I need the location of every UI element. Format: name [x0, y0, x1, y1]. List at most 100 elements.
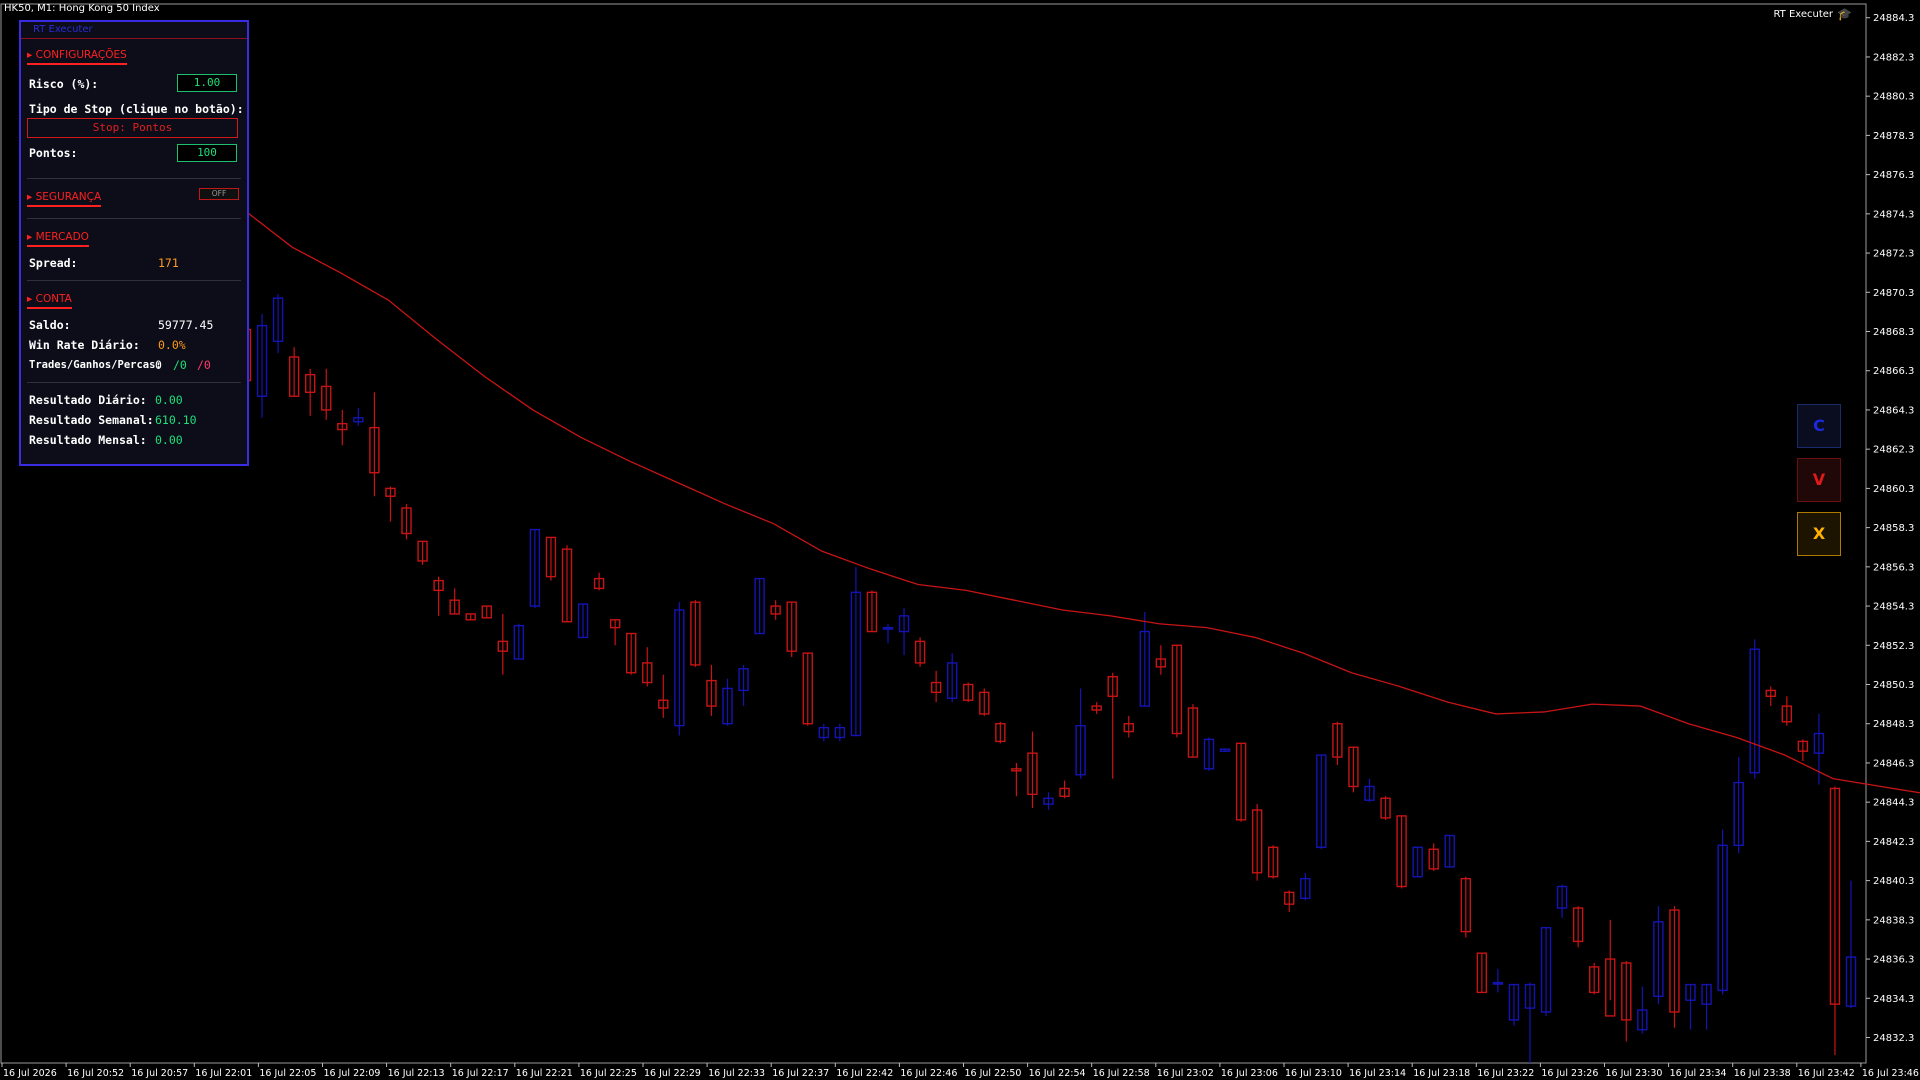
price-axis-label: 24846.3	[1873, 758, 1914, 769]
time-axis-label: 16 Jul 22:46	[900, 1068, 957, 1079]
monthly-result-value: 0.00	[155, 433, 183, 447]
time-axis-label: 16 Jul 23:34	[1670, 1068, 1727, 1079]
daily-result-label: Resultado Diário:	[29, 393, 147, 407]
section-security-header[interactable]: ▸ SEGURANÇA	[27, 191, 102, 207]
price-axis-label: 24882.3	[1873, 52, 1914, 63]
panel-header[interactable]: RT Executer	[21, 22, 247, 39]
price-axis-label: 24860.3	[1873, 484, 1914, 495]
section-market-header[interactable]: ▸ MERCADO	[27, 231, 89, 247]
price-axis-label: 24834.3	[1873, 994, 1914, 1005]
plot-frame	[0, 3, 1867, 1064]
time-axis-label: 16 Jul 22:50	[965, 1068, 1022, 1079]
winrate-value: 0.0%	[158, 338, 186, 352]
time-axis-label: 16 Jul 23:30	[1606, 1068, 1663, 1079]
price-axis-label: 24842.3	[1873, 837, 1914, 848]
price-axis-label: 24864.3	[1873, 405, 1914, 416]
price-axis-label: 24866.3	[1873, 366, 1914, 377]
time-axis-label: 16 Jul 22:37	[772, 1068, 829, 1079]
winrate-label: Win Rate Diário:	[29, 338, 140, 352]
trades-label: Trades/Ganhos/Percas:	[29, 359, 162, 371]
time-axis-label: 16 Jul 22:54	[1029, 1068, 1086, 1079]
daily-result-value: 0.00	[155, 393, 183, 407]
price-axis-label: 24862.3	[1873, 445, 1914, 456]
stop-type-button[interactable]: Stop: Pontos	[27, 118, 238, 138]
weekly-result-label: Resultado Semanal:	[29, 413, 154, 427]
price-axis-label: 24884.3	[1873, 13, 1914, 24]
time-axis-label: 16 Jul 22:13	[388, 1068, 445, 1079]
time-axis-label: 16 Jul 22:25	[580, 1068, 637, 1079]
price-axis-label: 24850.3	[1873, 680, 1914, 691]
time-axis-label: 16 Jul 23:02	[1157, 1068, 1214, 1079]
time-axis-label: 16 Jul 22:05	[259, 1068, 316, 1079]
risk-input[interactable]: 1.00	[177, 74, 237, 92]
time-axis-label: 16 Jul 20:57	[131, 1068, 188, 1079]
weekly-result-value: 610.10	[155, 413, 197, 427]
losses-value: /0	[197, 358, 211, 372]
divider	[27, 382, 241, 383]
price-axis-label: 24876.3	[1873, 170, 1914, 181]
chart-window[interactable]: 24884.3 24882.3 24880.3 24878.3 24876.3 24874…	[0, 0, 1920, 1080]
price-axis-label: 24874.3	[1873, 209, 1914, 220]
section-config-header[interactable]: ▸ CONFIGURAÇÕES	[27, 49, 127, 65]
time-axis-label: 16 Jul 23:38	[1734, 1068, 1791, 1079]
time-axis-label: 16 Jul 23:14	[1349, 1068, 1406, 1079]
trade-panel: RT Executer ▸ CONFIGURAÇÕES Risco (%): 1…	[19, 20, 249, 466]
time-axis-label: 16 Jul 22:01	[195, 1068, 252, 1079]
wins-value: /0	[173, 358, 187, 372]
monthly-result-label: Resultado Mensal:	[29, 433, 147, 447]
price-axis-label: 24870.3	[1873, 288, 1914, 299]
close-positions-button[interactable]: C	[1797, 404, 1841, 448]
points-label: Pontos:	[29, 146, 78, 160]
time-axis-label: 16 Jul 22:33	[708, 1068, 765, 1079]
balance-label: Saldo:	[29, 318, 71, 332]
price-chart[interactable]: 24884.3 24882.3 24880.3 24878.3 24876.3 24874…	[0, 0, 1920, 1080]
time-axis-label: 16 Jul 22:17	[452, 1068, 509, 1079]
price-axis-label: 24854.3	[1873, 602, 1914, 613]
cancel-orders-button[interactable]: X	[1797, 512, 1841, 556]
expert-advisor-name: RT Executer	[1773, 8, 1834, 20]
time-axis-label: 16 Jul 23:22	[1477, 1068, 1534, 1079]
price-axis-label: 24872.3	[1873, 249, 1914, 260]
price-axis-label: 24852.3	[1873, 641, 1914, 652]
time-axis-label: 16 Jul 2026	[3, 1068, 57, 1079]
divider	[27, 218, 241, 219]
graduation-cap-icon: 🎓	[1837, 7, 1852, 21]
price-axis-label: 24836.3	[1873, 955, 1914, 966]
time-axis-label: 16 Jul 20:52	[67, 1068, 124, 1079]
price-axis-label: 24868.3	[1873, 327, 1914, 338]
time-axis-label: 16 Jul 22:21	[516, 1068, 573, 1079]
divider	[27, 178, 241, 179]
section-account-header[interactable]: ▸ CONTA	[27, 293, 72, 309]
balance-value: 59777.45	[158, 318, 214, 332]
time-axis-label: 16 Jul 23:06	[1221, 1068, 1278, 1079]
price-axis-label: 24832.3	[1873, 1033, 1914, 1044]
spread-label: Spread:	[29, 256, 78, 270]
divider	[27, 280, 241, 281]
time-axis-label: 16 Jul 23:46	[1862, 1068, 1919, 1079]
trades-value: 0	[155, 358, 162, 372]
expert-advisor-label[interactable]: RT Executer 🎓	[1773, 7, 1852, 21]
price-axis-label: 24838.3	[1873, 915, 1914, 926]
price-axis-label: 24878.3	[1873, 131, 1914, 142]
price-axis-label: 24856.3	[1873, 562, 1914, 573]
time-axis-label: 16 Jul 22:29	[644, 1068, 701, 1079]
stop-type-label: Tipo de Stop (clique no botão):	[29, 102, 244, 116]
time-axis-label: 16 Jul 22:42	[836, 1068, 893, 1079]
sell-button[interactable]: V	[1797, 458, 1841, 502]
chart-title: HK50, M1: Hong Kong 50 Index	[4, 3, 160, 14]
moving-average-line	[243, 209, 1920, 794]
price-axis-label: 24858.3	[1873, 523, 1914, 534]
price-axis-label: 24848.3	[1873, 719, 1914, 730]
time-axis-label: 16 Jul 23:42	[1798, 1068, 1855, 1079]
price-axis-label: 24880.3	[1873, 92, 1914, 103]
price-axis-label: 24840.3	[1873, 876, 1914, 887]
spread-value: 171	[158, 256, 179, 270]
time-axis-label: 16 Jul 22:58	[1093, 1068, 1150, 1079]
time-axis-label: 16 Jul 23:10	[1285, 1068, 1342, 1079]
time-axis-label: 16 Jul 23:26	[1541, 1068, 1598, 1079]
time-axis-label: 16 Jul 23:18	[1413, 1068, 1470, 1079]
risk-label: Risco (%):	[29, 77, 99, 91]
time-axis-label: 16 Jul 22:09	[324, 1068, 381, 1079]
points-input[interactable]: 100	[177, 144, 237, 162]
security-toggle[interactable]: OFF	[199, 188, 239, 200]
